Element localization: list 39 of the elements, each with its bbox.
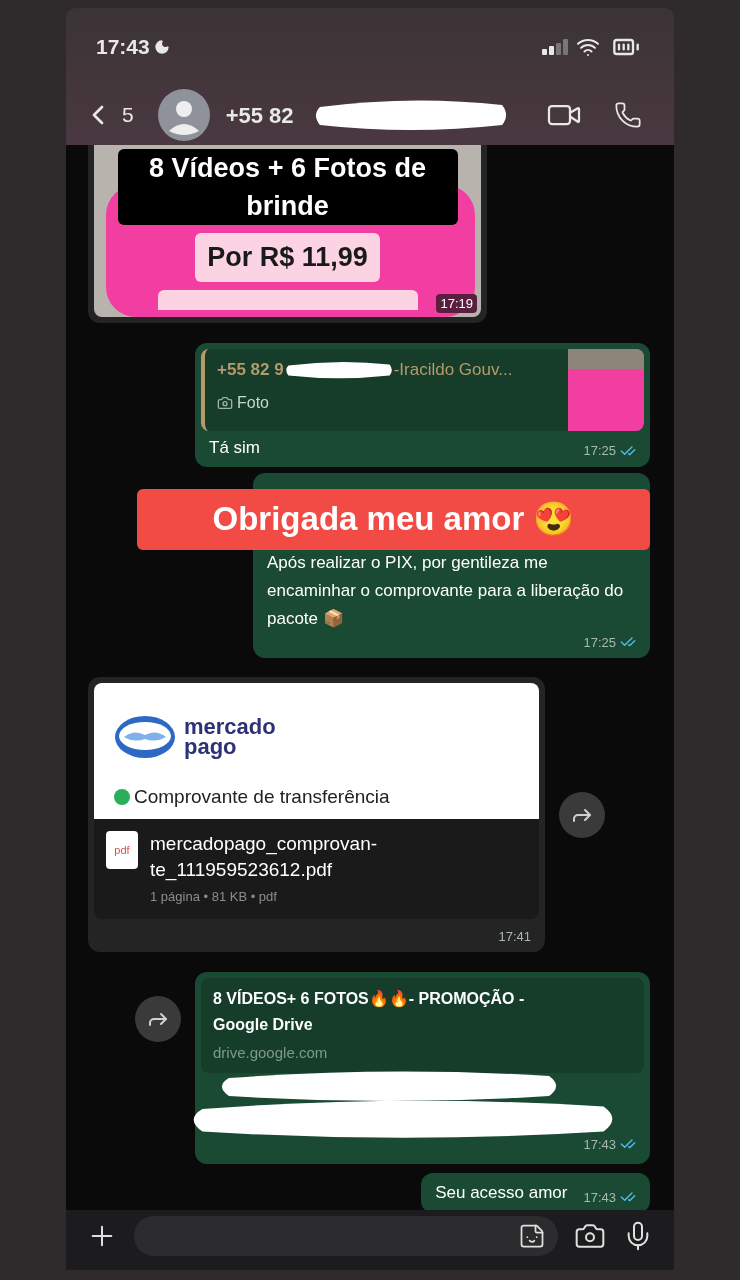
promo-price: Por R$ 11,99 [195,233,380,282]
contact-name: +55 82 [225,102,294,128]
signal-icon [542,38,568,55]
forward-button[interactable] [135,996,181,1042]
sticker-banner: Obrigada meu amor 😍 [137,488,650,550]
message-text: Seu acesso amor [435,1182,568,1204]
handshake-logo-icon [114,715,176,759]
quoted-message[interactable]: +55 82 9 -Iracildo Gouv... Foto [201,349,644,431]
link-preview[interactable]: 8 VÍDEOS+ 6 FOTOS🔥🔥- PROMOÇÃO - Google Drive drive.google.com [201,978,644,1073]
message-input[interactable] [134,1216,558,1256]
message-text: Após realizar o PIX, por gentileza me encaminhar o comprovante para a liberação do pacote 📦 [267,551,625,630]
file-name: mercadopago_comprovan-te_111959523612.pdf [150,832,379,883]
promo-headline: 8 Vídeos + 6 Fotos de brinde [117,149,458,225]
forward-button[interactable] [559,791,605,838]
message-time: 17:25 [583,633,616,652]
avatar-icon [157,89,210,141]
message-time: 17:43 [583,1188,616,1207]
preview-heading: Comprovante de transferência [134,785,390,809]
status-time: 17:43 [96,33,150,60]
message-time: 17:25 [583,442,616,460]
moon-icon [153,38,170,55]
message-time: 17:43 [583,1135,616,1154]
message-time: 17:41 [498,927,531,946]
quote-author: -Iracildo Gouv... [393,359,513,381]
pdf-file-icon: pdf [106,831,138,869]
brand-text: mercado [184,717,276,737]
quote-author: +55 82 9 [217,359,284,381]
quote-label: Foto [237,392,269,413]
camera-icon [217,394,233,411]
brand-text: pago [184,737,238,757]
message-time: 17:19 [436,293,477,313]
link-domain: drive.google.com [213,1043,329,1063]
phone-call-icon[interactable] [614,101,642,129]
link-title: 8 VÍDEOS+ 6 FOTOS🔥🔥- PROMOÇÃO - Google Drive [213,988,526,1035]
back-button[interactable]: 5 [82,99,134,131]
sticker-icon[interactable] [518,1222,546,1250]
message-text: Tá sim [209,437,260,459]
file-meta: 1 página • 81 KB • pdf [150,888,278,906]
document-preview[interactable]: mercado pago Comprovante de transferência [94,683,539,819]
